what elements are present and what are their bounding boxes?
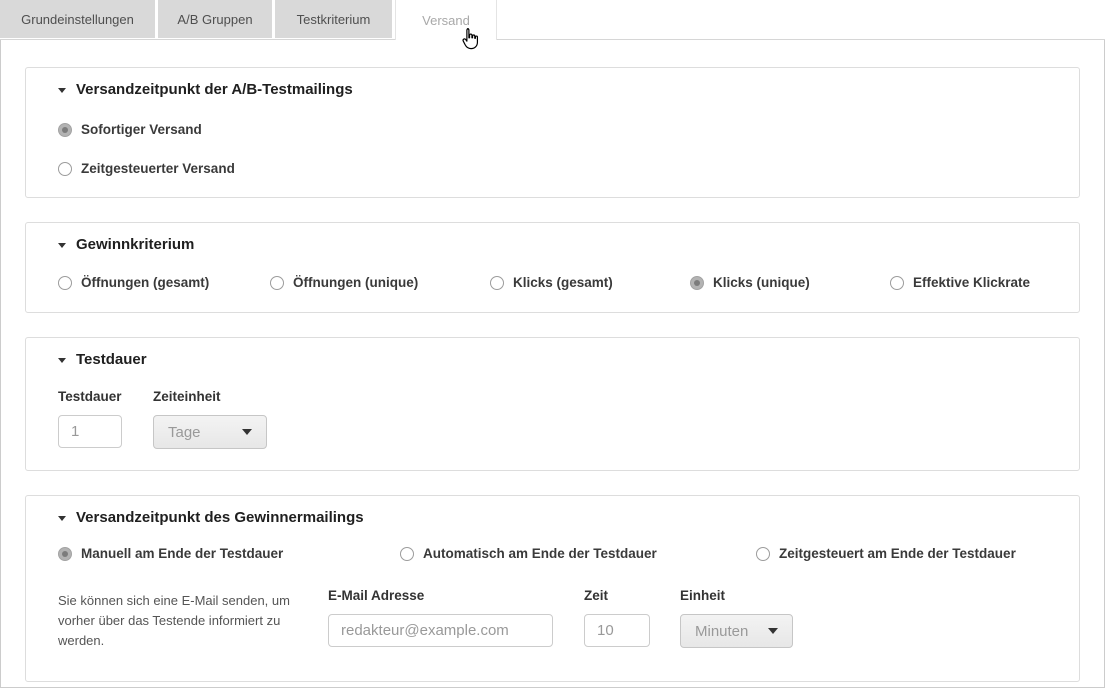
section-title: Versandzeitpunkt der A/B-Testmailings [76,81,353,98]
section-title: Gewinnkriterium [76,236,194,253]
unit-selected-value: Minuten [695,623,748,640]
radio-option-klicks-gesamt[interactable]: Klicks (gesamt) [490,275,690,290]
section-test-duration-header[interactable]: Testdauer [58,351,1047,368]
radio-option-sofortiger-versand[interactable]: Sofortiger Versand [58,122,1047,137]
radio-unselected-icon[interactable] [58,276,72,290]
collapse-caret-icon [58,243,66,248]
radio-unselected-icon[interactable] [270,276,284,290]
radio-label: Zeitgesteuert am Ende der Testdauer [779,546,1016,561]
section-ab-test-send-time-header[interactable]: Versandzeitpunkt der A/B-Testmailings [58,81,1047,98]
radio-selected-icon[interactable] [58,123,72,137]
time-label: Zeit [584,588,650,603]
radio-selected-icon[interactable] [58,547,72,561]
time-field: Zeit [584,588,650,651]
radio-label: Zeitgesteuerter Versand [81,161,235,176]
winner-send-time-options: Manuell am Ende der Testdauer Automatisc… [58,546,1047,561]
radio-label: Effektive Klickrate [913,275,1030,290]
dropdown-caret-icon [242,429,252,435]
radio-option-oeffnungen-gesamt[interactable]: Öffnungen (gesamt) [58,275,270,290]
section-winner-send-time: Versandzeitpunkt des Gewinnermailings Ma… [25,495,1080,682]
time-unit-field: Zeiteinheit Tage [153,389,267,449]
section-ab-test-send-time: Versandzeitpunkt der A/B-Testmailings So… [25,67,1080,198]
tab-testkriterium[interactable]: Testkriterium [275,0,392,38]
radio-option-oeffnungen-unique[interactable]: Öffnungen (unique) [270,275,490,290]
radio-unselected-icon[interactable] [400,547,414,561]
time-unit-select[interactable]: Tage [153,415,267,449]
radio-label: Öffnungen (unique) [293,275,418,290]
radio-label: Klicks (gesamt) [513,275,613,290]
radio-label: Automatisch am Ende der Testdauer [423,546,657,561]
dropdown-caret-icon [768,628,778,634]
email-field: E-Mail Adresse [328,588,553,651]
test-duration-input[interactable] [58,415,122,448]
radio-unselected-icon[interactable] [58,162,72,176]
section-title: Versandzeitpunkt des Gewinnermailings [76,509,364,526]
tab-bar: Grundeinstellungen A/B Gruppen Testkrite… [0,0,1105,40]
main-content: Versandzeitpunkt der A/B-Testmailings So… [0,40,1105,688]
unit-select[interactable]: Minuten [680,614,793,648]
win-criterion-options: Öffnungen (gesamt) Öffnungen (unique) Kl… [58,275,1047,290]
ab-test-settings-page: Grundeinstellungen A/B Gruppen Testkrite… [0,0,1105,688]
time-unit-selected-value: Tage [168,424,201,441]
radio-option-manuell[interactable]: Manuell am Ende der Testdauer [58,546,400,561]
radio-option-zeitgesteuert[interactable]: Zeitgesteuert am Ende der Testdauer [756,546,1016,561]
radio-selected-icon[interactable] [690,276,704,290]
notification-help-text: Sie können sich eine E-Mail senden, um v… [58,588,308,651]
time-input[interactable] [584,614,650,647]
collapse-caret-icon [58,358,66,363]
unit-field: Einheit Minuten [680,588,793,651]
radio-option-zeitgesteuerter-versand[interactable]: Zeitgesteuerter Versand [58,161,1047,176]
radio-option-automatisch[interactable]: Automatisch am Ende der Testdauer [400,546,756,561]
radio-unselected-icon[interactable] [756,547,770,561]
section-winner-send-time-header[interactable]: Versandzeitpunkt des Gewinnermailings [58,509,1047,526]
test-duration-label: Testdauer [58,389,153,404]
radio-unselected-icon[interactable] [890,276,904,290]
radio-label: Sofortiger Versand [81,122,202,137]
test-duration-field: Testdauer [58,389,153,449]
tab-versand[interactable]: Versand [395,0,497,40]
section-test-duration: Testdauer Testdauer Zeiteinheit Tage [25,337,1080,471]
section-title: Testdauer [76,351,147,368]
email-label: E-Mail Adresse [328,588,553,603]
collapse-caret-icon [58,88,66,93]
radio-unselected-icon[interactable] [490,276,504,290]
time-unit-label: Zeiteinheit [153,389,267,404]
tab-ab-gruppen[interactable]: A/B Gruppen [158,0,272,38]
section-win-criterion-header[interactable]: Gewinnkriterium [58,236,1047,253]
radio-label: Klicks (unique) [713,275,810,290]
email-input[interactable] [328,614,553,647]
radio-option-klicks-unique[interactable]: Klicks (unique) [690,275,890,290]
radio-label: Öffnungen (gesamt) [81,275,209,290]
tab-grundeinstellungen[interactable]: Grundeinstellungen [0,0,155,38]
radio-option-effektive-klickrate[interactable]: Effektive Klickrate [890,275,1030,290]
radio-label: Manuell am Ende der Testdauer [81,546,283,561]
section-win-criterion: Gewinnkriterium Öffnungen (gesamt) Öffnu… [25,222,1080,313]
unit-label: Einheit [680,588,793,603]
collapse-caret-icon [58,516,66,521]
